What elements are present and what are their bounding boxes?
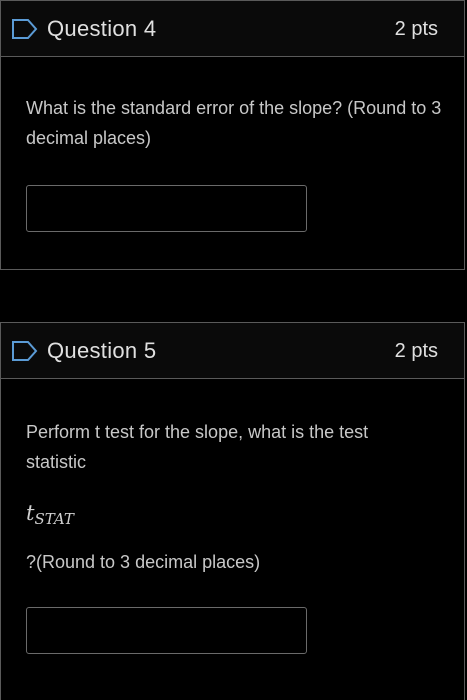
- answer-input[interactable]: [26, 607, 307, 654]
- t-stat-symbol: tSTAT: [26, 501, 74, 528]
- answer-input[interactable]: [26, 185, 307, 232]
- question-header: Question 5 2 pts: [1, 323, 464, 379]
- question-card-5: Question 5 2 pts Perform t test for the …: [0, 322, 465, 700]
- question-points: 2 pts: [394, 340, 438, 362]
- question-prompt: What is the standard error of the slope?…: [26, 98, 442, 148]
- math-subscript: STAT: [34, 510, 74, 528]
- flag-question-icon[interactable]: [11, 18, 39, 40]
- question-title: Question 5: [47, 338, 157, 363]
- question-header: Question 4 2 pts: [1, 1, 464, 57]
- question-title: Question 4: [47, 16, 157, 41]
- question-points: 2 pts: [394, 18, 438, 40]
- question-prompt: Perform t test for the slope, what is th…: [26, 422, 369, 472]
- question-card-4: Question 4 2 pts What is the standard er…: [0, 0, 465, 270]
- question-prompt-rounding: ?(Round to 3 decimal places): [26, 552, 261, 572]
- flag-question-icon[interactable]: [11, 340, 39, 362]
